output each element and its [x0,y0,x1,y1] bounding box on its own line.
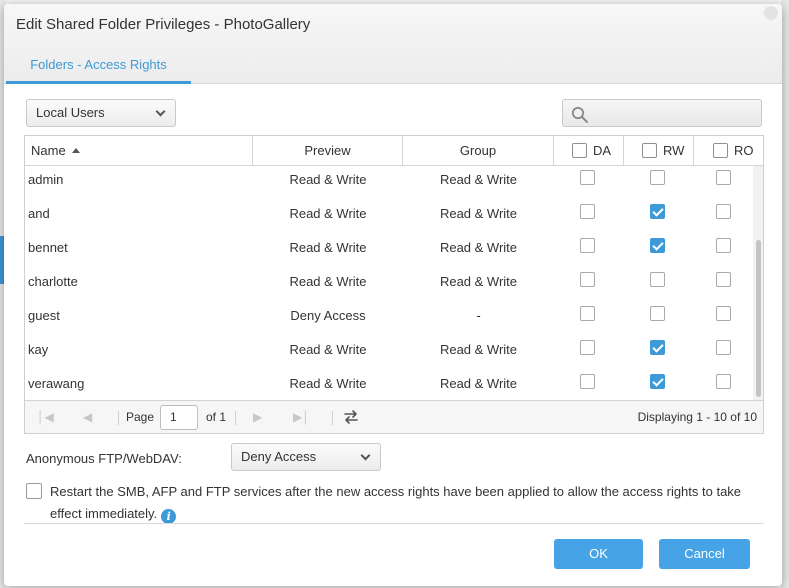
select-all-rw-checkbox[interactable] [642,143,657,158]
grid-header: Name Preview Group DA RW RO [25,136,763,166]
user-name-cell: charlotte [28,274,78,289]
chevron-down-icon [360,450,371,461]
ok-button[interactable]: OK [554,539,643,569]
preview-cell: Read & Write [289,376,367,391]
da-checkbox[interactable] [580,272,595,287]
footer-divider [24,523,764,524]
column-header-preview[interactable]: Preview [253,136,403,165]
grid-pager: │◀ ◀ Page 1 of 1 ▶ ▶│ Displaying 1 - 10 … [25,400,763,433]
da-checkbox[interactable] [580,204,595,219]
column-ro-label: RO [734,143,754,158]
table-row[interactable]: kay Read & Write Read & Write [25,336,753,370]
edit-privileges-dialog: Edit Shared Folder Privileges - PhotoGal… [4,4,782,586]
rw-checkbox[interactable] [650,238,665,253]
select-all-ro-checkbox[interactable] [713,143,728,158]
rw-checkbox[interactable] [650,272,665,287]
da-checkbox[interactable] [580,374,595,389]
anonymous-ftp-select[interactable]: Deny Access [231,443,381,471]
page-count-label: of 1 [206,410,227,424]
user-name-cell: admin [28,172,64,187]
anonymous-ftp-select-value: Deny Access [241,449,317,464]
access-rights-grid: Name Preview Group DA RW RO admin Read & … [24,135,764,434]
restart-services-text: Restart the SMB, AFP and FTP services af… [50,484,742,521]
ro-checkbox[interactable] [716,204,731,219]
user-type-select[interactable]: Local Users [26,99,176,127]
rw-checkbox[interactable] [650,306,665,321]
anonymous-ftp-label: Anonymous FTP/WebDAV: [26,451,182,466]
select-all-da-checkbox[interactable] [572,143,587,158]
column-header-name[interactable]: Name [25,136,253,165]
ro-checkbox[interactable] [716,340,731,355]
table-row[interactable]: admin Read & Write Read & Write [25,166,753,200]
refresh-icon[interactable] [343,409,359,425]
grid-scrollbar[interactable] [753,166,763,400]
group-cell: Read & Write [439,342,518,357]
user-name-cell: guest [28,308,60,323]
column-name-label: Name [31,143,66,158]
da-checkbox[interactable] [580,170,595,185]
info-icon[interactable]: i [161,509,177,524]
user-name-cell: and [28,206,50,221]
search-input[interactable] [562,99,762,127]
rw-checkbox[interactable] [650,170,665,185]
tab-folders-access-rights[interactable]: Folders - Access Rights [6,50,191,84]
rw-checkbox[interactable] [650,340,665,355]
cancel-button[interactable]: Cancel [659,539,750,569]
table-row[interactable]: charlotte Read & Write Read & Write [25,268,753,302]
group-cell: Read & Write [439,274,518,289]
table-row[interactable]: verawang Read & Write Read & Write [25,370,753,404]
column-header-rw: RW [624,136,694,165]
group-cell: Read & Write [439,376,518,391]
search-icon [571,106,588,123]
background-right-edge [781,0,789,588]
ro-checkbox[interactable] [716,238,731,253]
restart-services-checkbox[interactable] [26,483,42,499]
user-name-cell: verawang [28,376,85,391]
rw-checkbox[interactable] [650,374,665,389]
preview-cell: Read & Write [289,274,367,289]
column-rw-label: RW [663,143,685,158]
next-page-icon[interactable]: ▶ [253,410,262,424]
preview-cell: Read & Write [289,206,367,221]
group-cell: - [476,308,481,323]
chevron-down-icon [155,106,166,117]
sort-ascending-icon [71,148,80,153]
user-name-cell: kay [28,342,49,357]
restart-services-label: Restart the SMB, AFP and FTP services af… [50,481,764,525]
grid-scrollbar-thumb[interactable] [756,240,761,397]
last-page-icon[interactable]: ▶│ [293,410,310,424]
preview-cell: Deny Access [290,308,366,323]
da-checkbox[interactable] [580,340,595,355]
user-name-cell: bennet [28,240,68,255]
column-header-da: DA [554,136,624,165]
column-da-label: DA [593,143,612,158]
dialog-title: Edit Shared Folder Privileges - PhotoGal… [16,16,311,33]
group-cell: Read & Write [439,172,518,187]
page-label: Page [126,410,155,424]
preview-cell: Read & Write [289,342,367,357]
close-icon[interactable] [764,6,778,20]
displaying-count: Displaying 1 - 10 of 10 [637,410,757,424]
da-checkbox[interactable] [580,238,595,253]
user-type-select-value: Local Users [36,105,105,120]
column-header-group[interactable]: Group [403,136,554,165]
rw-checkbox[interactable] [650,204,665,219]
page-number-input[interactable]: 1 [160,405,198,430]
first-page-icon[interactable]: │◀ [37,410,54,424]
group-cell: Read & Write [439,206,518,221]
ro-checkbox[interactable] [716,306,731,321]
preview-cell: Read & Write [289,172,367,187]
prev-page-icon[interactable]: ◀ [83,410,92,424]
ro-checkbox[interactable] [716,374,731,389]
table-row[interactable]: bennet Read & Write Read & Write [25,234,753,268]
ro-checkbox[interactable] [716,170,731,185]
ro-checkbox[interactable] [716,272,731,287]
table-row[interactable]: and Read & Write Read & Write [25,200,753,234]
group-cell: Read & Write [439,240,518,255]
table-row[interactable]: guest Deny Access - [25,302,753,336]
column-header-ro: RO [694,136,763,165]
preview-cell: Read & Write [289,240,367,255]
da-checkbox[interactable] [580,306,595,321]
dialog-titlebar: Edit Shared Folder Privileges - PhotoGal… [4,4,782,84]
